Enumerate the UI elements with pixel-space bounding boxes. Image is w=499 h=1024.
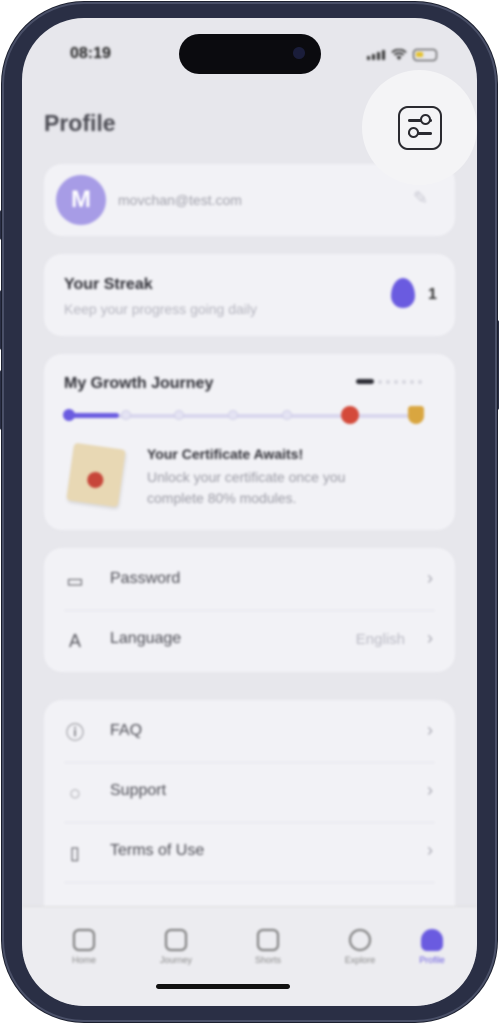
tab-bar: Home Journey Shorts Explore Profile xyxy=(22,906,477,1006)
home-icon xyxy=(73,929,95,951)
tab-label: Journey xyxy=(159,955,193,965)
certificate-title: Your Certificate Awaits! xyxy=(147,446,304,462)
tab-label: Profile xyxy=(419,955,445,965)
tab-label: Shorts xyxy=(254,955,281,965)
status-time: 08:19 xyxy=(70,45,111,62)
support-row[interactable]: ◌ Support › xyxy=(44,762,455,822)
flame-icon xyxy=(391,278,415,308)
battery-icon xyxy=(413,49,437,61)
password-icon: ▭ xyxy=(66,571,84,591)
home-indicator xyxy=(156,984,290,989)
tab-label: Home xyxy=(71,955,96,965)
password-label: Password xyxy=(110,570,181,587)
sliders-icon[interactable] xyxy=(398,106,442,150)
tab-explore[interactable]: Explore xyxy=(330,929,390,965)
chevron-right-icon: › xyxy=(427,840,433,860)
journey-step-4 xyxy=(228,410,238,420)
support-label: Support xyxy=(110,782,167,799)
chevron-right-icon: › xyxy=(427,568,433,588)
chevron-right-icon: › xyxy=(427,780,433,800)
trophy-icon xyxy=(408,406,424,424)
help-card: ⓘ FAQ › ◌ Support › ▯ Terms of Use › xyxy=(44,700,455,930)
wifi-icon xyxy=(391,49,407,60)
password-row[interactable]: ▭ Password › xyxy=(44,550,455,610)
tab-journey[interactable]: Journey xyxy=(146,929,206,965)
journey-step-1 xyxy=(63,409,75,421)
streak-subtitle: Keep your progress going daily xyxy=(64,301,258,317)
journey-progress xyxy=(69,413,119,418)
tab-label: Explore xyxy=(344,955,376,965)
journey-step-2 xyxy=(121,410,131,420)
support-chat-icon: ◌ xyxy=(69,783,81,803)
translate-icon: A xyxy=(68,631,81,651)
avatar: M xyxy=(56,175,106,225)
language-row[interactable]: A Language English › xyxy=(44,610,455,670)
signal-icon xyxy=(367,50,385,60)
profile-icon xyxy=(421,929,443,951)
profile-email: movchan@test.com xyxy=(118,192,242,208)
tab-shorts[interactable]: Shorts xyxy=(238,929,298,965)
journey-pager xyxy=(356,379,422,384)
certificate-icon xyxy=(66,442,126,508)
account-settings-card: ▭ Password › A Language English › xyxy=(44,548,455,672)
chevron-right-icon: › xyxy=(427,628,433,648)
page-title: Profile xyxy=(44,110,116,136)
terms-row[interactable]: ▯ Terms of Use › xyxy=(44,822,455,882)
certificate-text: Unlock your certificate once you complet… xyxy=(147,469,346,506)
medal-icon xyxy=(341,406,359,424)
journey-step-3 xyxy=(174,410,184,420)
status-icons xyxy=(367,49,437,61)
journey-icon xyxy=(165,929,187,951)
chevron-right-icon: › xyxy=(427,720,433,740)
growth-journey-card[interactable]: My Growth Journey Your Certificate Await… xyxy=(44,354,455,530)
shorts-icon xyxy=(257,929,279,951)
streak-count: 1 xyxy=(428,286,437,303)
tab-profile[interactable]: Profile xyxy=(402,929,462,965)
language-value: English xyxy=(355,631,405,648)
journey-title: My Growth Journey xyxy=(64,375,214,392)
dynamic-island xyxy=(179,34,321,74)
document-icon: ▯ xyxy=(70,843,80,863)
faq-label: FAQ xyxy=(110,722,143,739)
compass-icon xyxy=(349,929,371,951)
journey-step-5 xyxy=(282,410,292,420)
edit-icon[interactable]: ✎ xyxy=(413,188,431,208)
language-label: Language xyxy=(110,630,182,647)
streak-title: Your Streak xyxy=(64,276,153,293)
terms-label: Terms of Use xyxy=(110,842,205,859)
tab-home[interactable]: Home xyxy=(54,929,114,965)
streak-card[interactable]: Your Streak Keep your progress going dai… xyxy=(44,254,455,336)
info-icon: ⓘ xyxy=(66,723,84,743)
faq-row[interactable]: ⓘ FAQ › xyxy=(44,702,455,762)
divider xyxy=(64,882,435,883)
